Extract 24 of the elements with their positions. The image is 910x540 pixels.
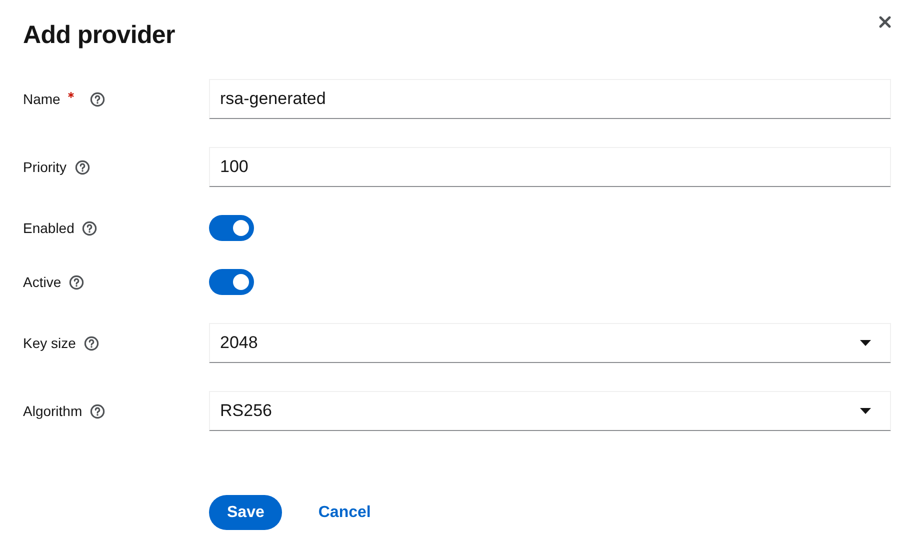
help-icon[interactable] <box>90 92 106 106</box>
caret-icon <box>860 408 871 414</box>
dialog-title: Add provider <box>23 20 175 51</box>
text-field[interactable]: 100 <box>209 147 891 187</box>
select-dropdown[interactable]: RS256 <box>209 391 891 431</box>
field-label: Name <box>23 91 60 107</box>
field-label: Enabled <box>23 220 74 236</box>
save-button[interactable]: Save <box>209 495 282 530</box>
caret-icon <box>860 340 871 346</box>
field-label: Active <box>23 274 62 290</box>
select-dropdown[interactable]: 2048 <box>209 323 891 363</box>
help-icon[interactable] <box>84 336 99 350</box>
field-label: Key size <box>23 335 76 351</box>
help-icon[interactable] <box>82 220 98 236</box>
field-label: Priority <box>23 159 67 175</box>
text-field[interactable]: rsa-generated <box>209 79 891 119</box>
help-icon[interactable] <box>74 160 90 174</box>
help-icon[interactable] <box>90 404 106 418</box>
toggle-switch[interactable] <box>209 269 254 295</box>
cancel-button[interactable]: Cancel <box>300 504 389 522</box>
close-icon[interactable] <box>879 16 891 28</box>
field-label: Algorithm <box>23 403 82 419</box>
toggle-switch[interactable] <box>209 215 254 241</box>
help-icon[interactable] <box>69 274 84 290</box>
